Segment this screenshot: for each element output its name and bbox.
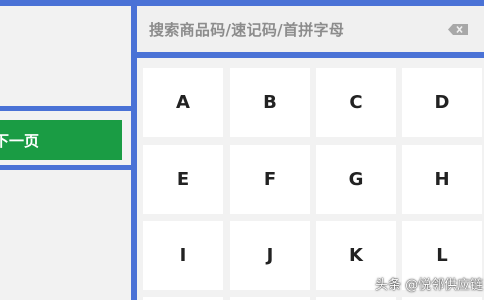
key-e[interactable]: E xyxy=(143,145,223,214)
key-f[interactable]: F xyxy=(230,145,310,214)
key-d[interactable]: D xyxy=(402,68,482,137)
key-j[interactable]: J xyxy=(230,221,310,290)
next-page-button[interactable]: 下一页 xyxy=(0,120,122,160)
key-h[interactable]: H xyxy=(402,145,482,214)
key-b[interactable]: B xyxy=(230,68,310,137)
watermark: 头条 @悦邻供应链 xyxy=(375,278,484,293)
key-c[interactable]: C xyxy=(316,68,396,137)
search-input[interactable]: 搜索商品码/速记码/首拼字母 xyxy=(137,6,484,52)
key-a[interactable]: A xyxy=(143,68,223,137)
letter-keypad: A B C D E F G H I J K L xyxy=(137,58,484,300)
backspace-icon[interactable] xyxy=(448,24,468,35)
next-page-label: 下一页 xyxy=(0,131,40,150)
search-placeholder: 搜索商品码/速记码/首拼字母 xyxy=(149,20,345,39)
key-i[interactable]: I xyxy=(143,221,223,290)
left-separator-top xyxy=(0,106,131,111)
key-g[interactable]: G xyxy=(316,145,396,214)
left-separator-bottom xyxy=(0,165,131,170)
left-pane: 下一页 xyxy=(0,6,131,300)
